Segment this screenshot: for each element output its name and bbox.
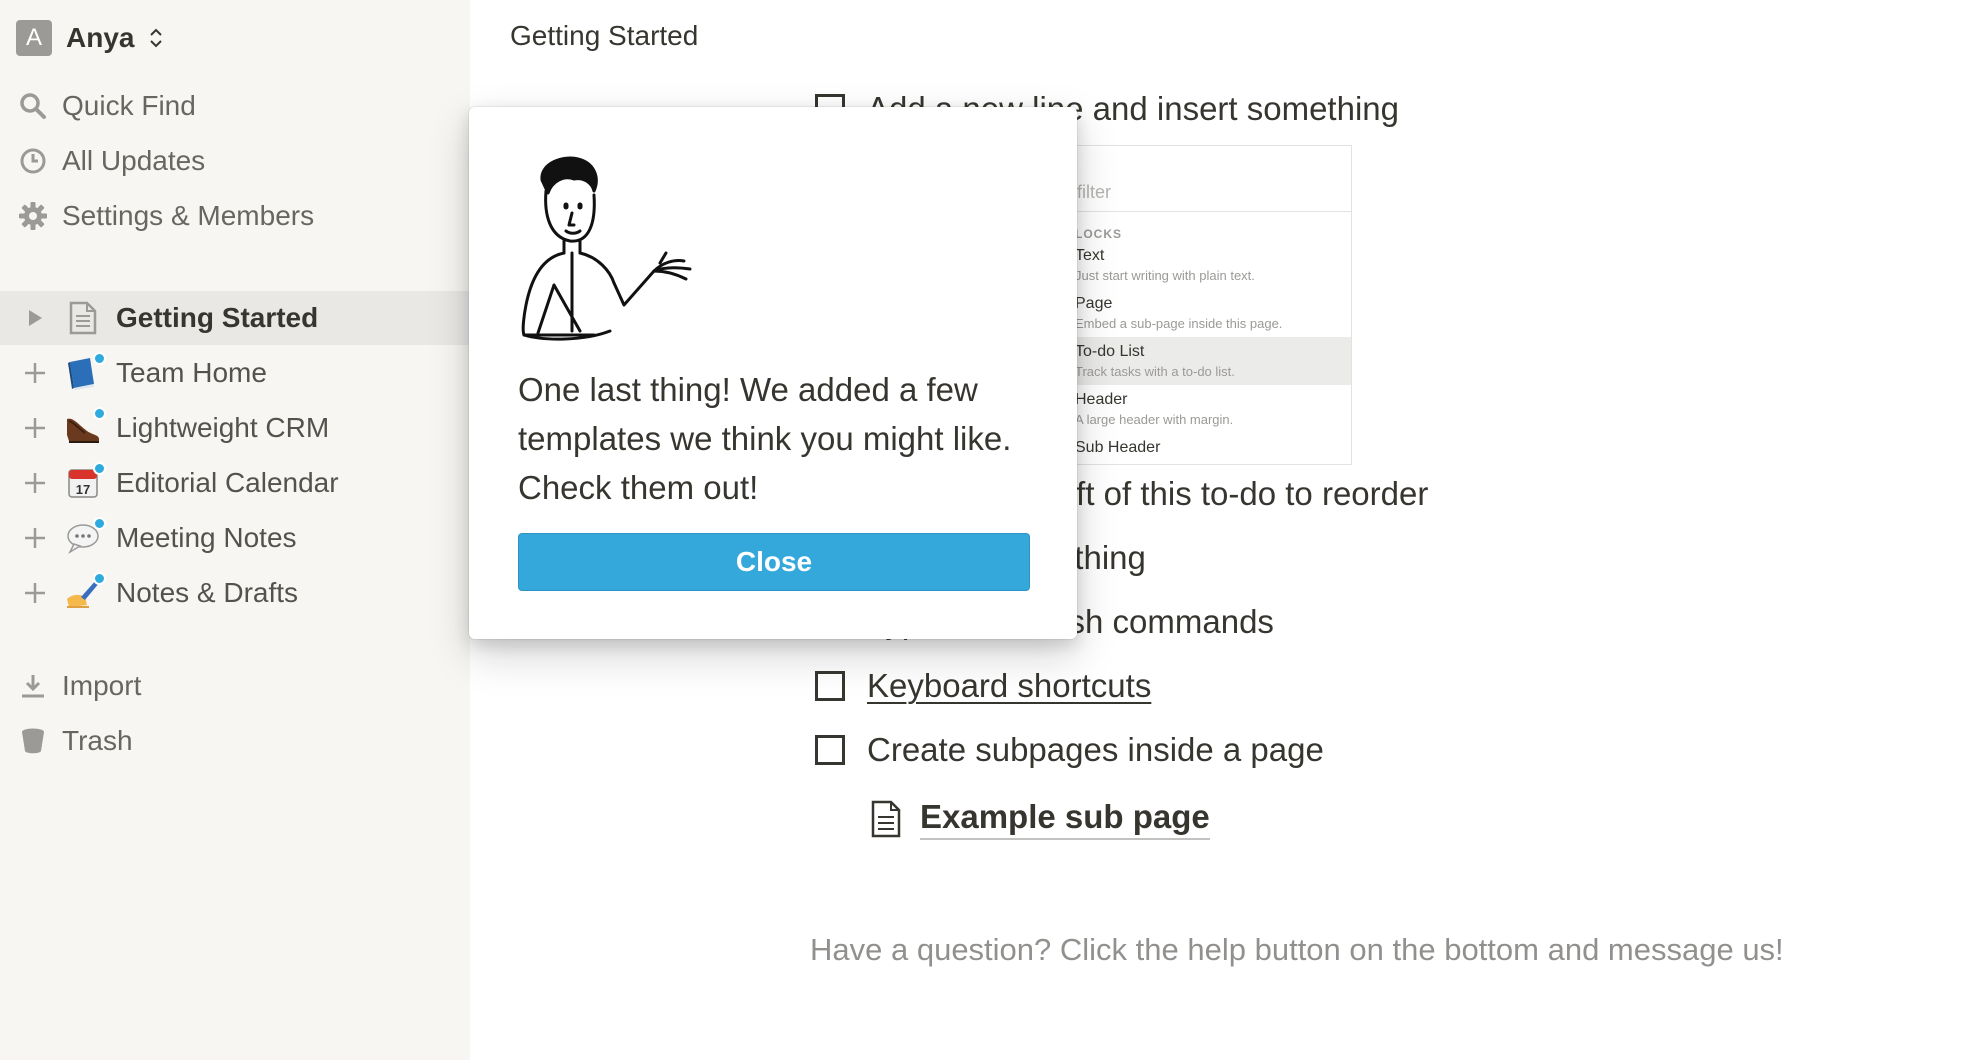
popup-message: One last thing! We added a few templates… xyxy=(518,371,1012,506)
menu-item-title: Header xyxy=(1075,391,1128,408)
plus-icon[interactable] xyxy=(20,416,50,440)
sidebar-item-getting-started[interactable]: Getting Started xyxy=(0,291,470,345)
blue-book-emoji-icon xyxy=(64,352,106,392)
sidebar-item-editorial-calendar[interactable]: 17 Editorial Calendar xyxy=(0,456,470,510)
chevron-updown-icon xyxy=(150,28,163,48)
nav-import[interactable]: Import xyxy=(18,670,141,702)
nav-label: Trash xyxy=(62,725,133,756)
todo-checkbox[interactable] xyxy=(815,735,845,765)
help-text: Have a question? Click the help button o… xyxy=(810,932,1784,967)
trash-icon xyxy=(18,726,48,756)
calendar-emoji-icon: 17 xyxy=(64,462,106,502)
nav-label: Import xyxy=(62,670,142,701)
update-badge xyxy=(93,352,106,365)
menu-item-desc: Track tasks with a to-do list. xyxy=(1075,364,1235,379)
person-illustration xyxy=(521,156,692,341)
menu-item-desc: Just start writing with plain text. xyxy=(1075,268,1255,283)
templates-popup: One last thing! We added a few templates… xyxy=(469,107,1077,639)
sidebar-item-team-home[interactable]: Team Home xyxy=(0,346,470,400)
todo-item[interactable]: Create subpages inside a page xyxy=(815,731,1324,769)
sidebar-item-notes-drafts[interactable]: Notes & Drafts xyxy=(0,566,470,620)
plus-icon[interactable] xyxy=(20,471,50,495)
plus-icon[interactable] xyxy=(20,361,50,385)
nav-all-updates[interactable]: All Updates xyxy=(18,145,205,177)
todo-item[interactable]: Keyboard shortcuts xyxy=(815,667,1151,705)
menu-item-desc: A large header with margin. xyxy=(1075,412,1234,427)
sidebar-item-lightweight-crm[interactable]: Lightweight CRM xyxy=(0,401,470,455)
update-badge xyxy=(93,407,106,420)
menu-item-title: Page xyxy=(1075,295,1113,312)
nav-quick-find[interactable]: Quick Find xyxy=(18,90,196,122)
close-button[interactable]: Close xyxy=(518,533,1030,591)
update-badge xyxy=(93,572,106,585)
workspace-avatar: A xyxy=(16,20,52,56)
plus-icon[interactable] xyxy=(20,581,50,605)
toggle-triangle-icon[interactable] xyxy=(20,309,50,327)
sidebar-item-label: Getting Started xyxy=(116,302,319,333)
workspace-switcher[interactable]: A Anya xyxy=(16,20,164,56)
sidebar-item-label: Team Home xyxy=(116,357,267,388)
keyboard-shortcuts-link[interactable]: Keyboard shortcuts xyxy=(867,667,1151,705)
sidebar-item-label: Lightweight CRM xyxy=(116,412,330,443)
nav-label: All Updates xyxy=(62,145,206,176)
writing-hand-emoji-icon xyxy=(64,572,106,612)
nav-label: Settings & Members xyxy=(62,200,315,231)
document-icon xyxy=(64,299,102,337)
menu-item-desc: Embed a sub-page inside this page. xyxy=(1075,316,1283,331)
sidebar: A Anya Quick Find All Updates Settings &… xyxy=(0,0,470,1060)
gear-icon xyxy=(18,201,48,231)
subpage-label: Example sub page xyxy=(920,798,1210,840)
nav-label: Quick Find xyxy=(62,90,196,121)
search-icon xyxy=(18,91,48,121)
sidebar-item-label: Meeting Notes xyxy=(116,522,297,553)
shoe-emoji-icon xyxy=(64,407,106,447)
sidebar-item-meeting-notes[interactable]: Meeting Notes xyxy=(0,511,470,565)
todo-label[interactable]: Create subpages inside a page xyxy=(867,731,1324,769)
nav-trash[interactable]: Trash xyxy=(18,725,133,757)
menu-item-title: Text xyxy=(1075,247,1105,264)
todo-checkbox[interactable] xyxy=(815,671,845,701)
subpage-link[interactable]: Example sub page xyxy=(870,798,1210,840)
menu-item-title: Sub Header xyxy=(1075,439,1161,456)
menu-item-title: To-do List xyxy=(1075,343,1145,360)
document-icon xyxy=(871,800,901,838)
page-title: Getting Started xyxy=(510,20,699,51)
calendar-day: 17 xyxy=(76,482,90,497)
update-badge xyxy=(93,517,106,530)
speech-bubble-emoji-icon xyxy=(64,517,106,557)
nav-settings-members[interactable]: Settings & Members xyxy=(18,200,314,232)
update-badge xyxy=(93,462,106,475)
sidebar-item-label: Editorial Calendar xyxy=(116,467,339,498)
download-icon xyxy=(18,671,48,701)
workspace-name: Anya xyxy=(66,22,135,53)
plus-icon[interactable] xyxy=(20,526,50,550)
clock-icon xyxy=(18,146,48,176)
sidebar-item-label: Notes & Drafts xyxy=(116,577,299,608)
